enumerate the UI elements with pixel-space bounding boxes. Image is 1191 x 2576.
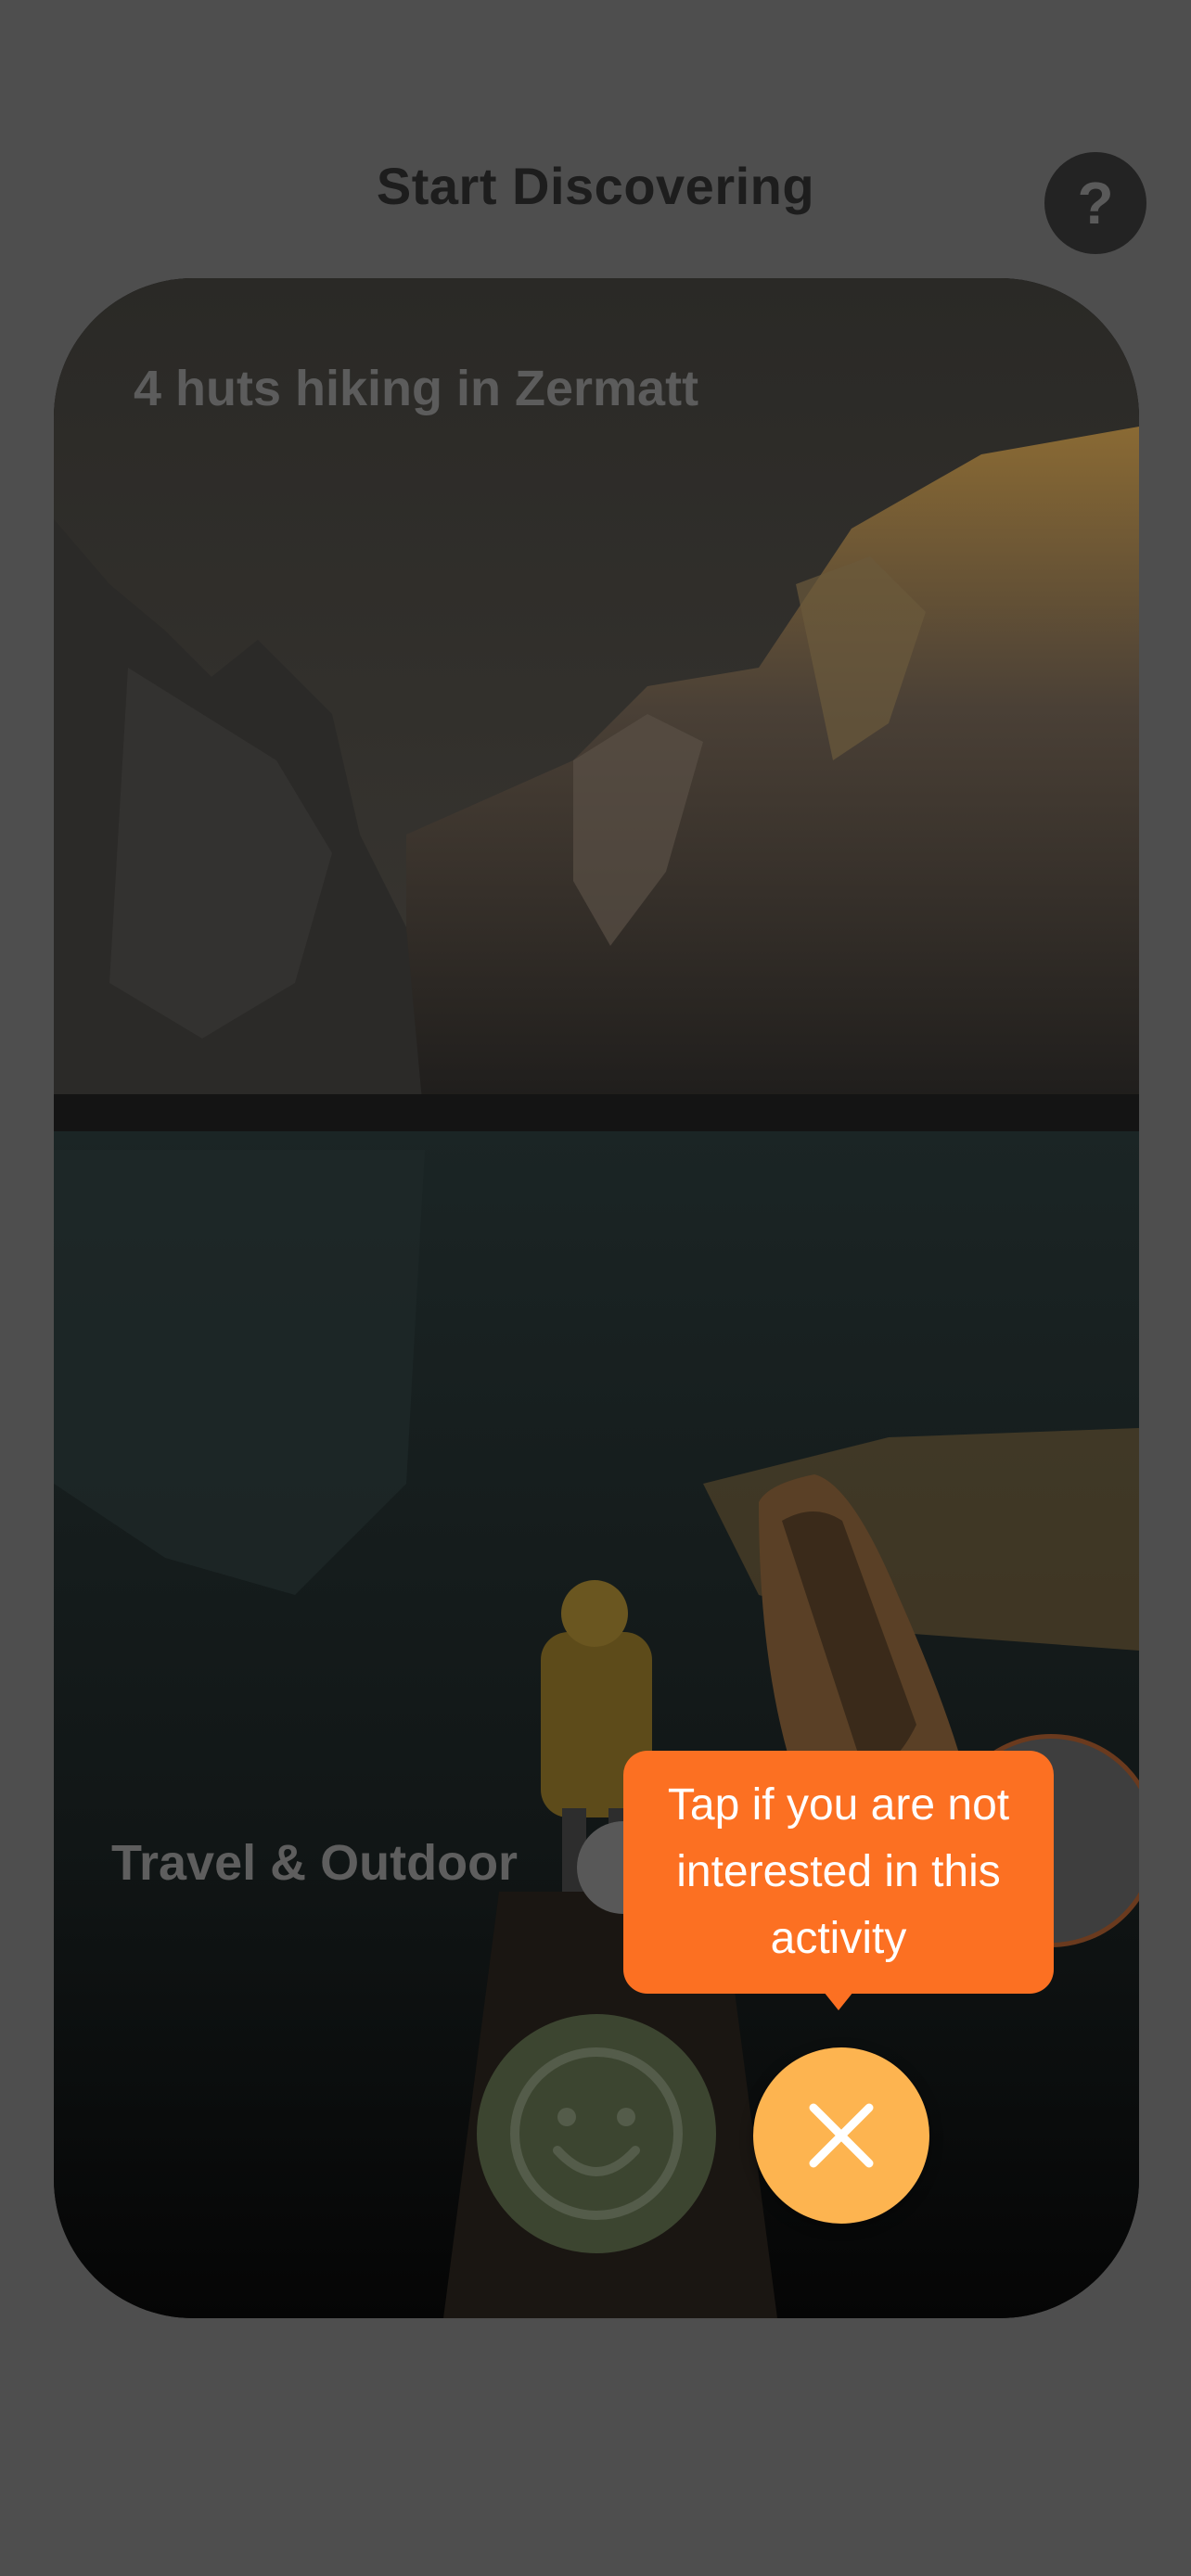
activity-card[interactable]: 4 huts hiking in Zermatt Travel & Outdoo…: [54, 278, 1139, 2318]
page-title: Start Discovering: [376, 157, 815, 215]
dislike-button[interactable]: [753, 2047, 929, 2224]
onboarding-tooltip: Tap if you are not interested in this ac…: [623, 1751, 1054, 1994]
category-label: Travel & Outdoor: [111, 1835, 519, 1891]
mountain-lake-photo: [54, 278, 1139, 2318]
activity-title: 4 huts hiking in Zermatt: [134, 361, 699, 416]
help-button[interactable]: ?: [1044, 152, 1146, 254]
close-icon: [809, 2103, 874, 2168]
tooltip-arrow: [824, 1992, 853, 2010]
tooltip-text: Tap if you are not interested in this ac…: [667, 1780, 1010, 1963]
like-button[interactable]: [477, 2014, 716, 2253]
smiley-icon: [510, 2047, 683, 2220]
